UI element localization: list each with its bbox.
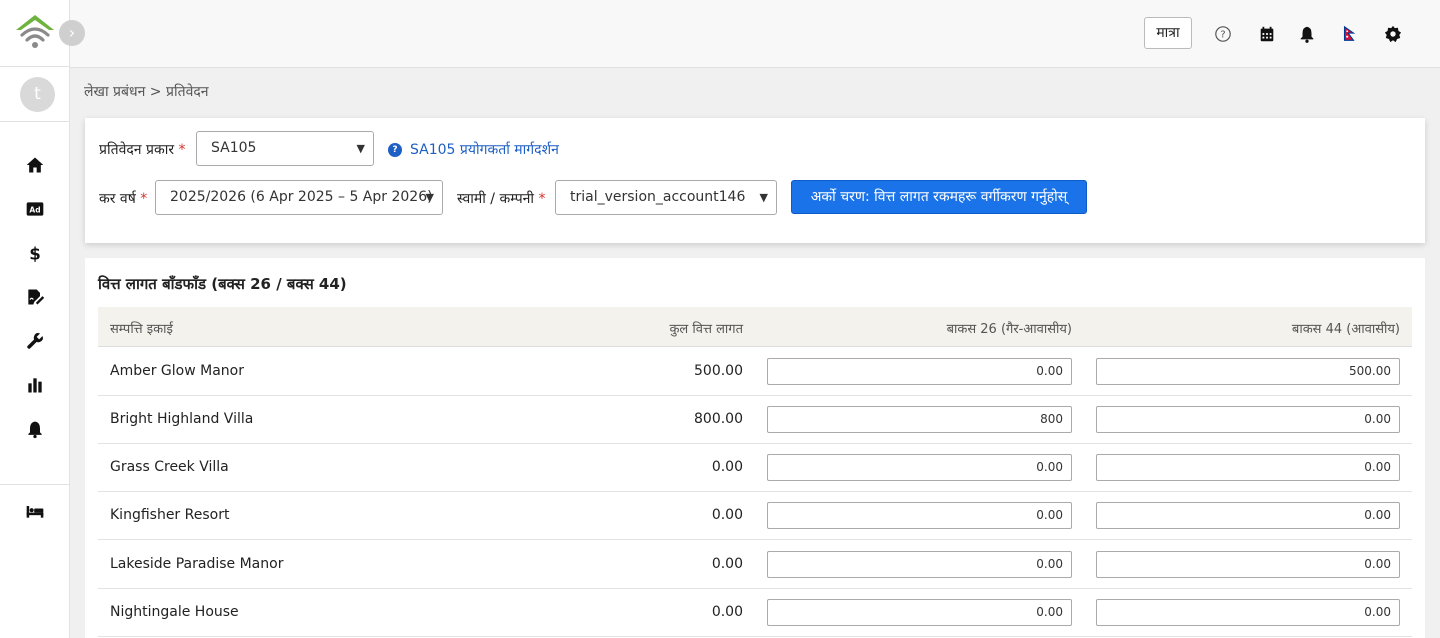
bell-icon[interactable] (1297, 24, 1317, 44)
table-row: Amber Glow Manor 500.00 0.00 500.00 (98, 347, 1412, 396)
top-bar: मात्रा ? (70, 0, 1440, 68)
finance-cost-allocation-card: वित्त लागत बाँडफाँड (बक्स 26 / बक्स 44) … (85, 258, 1425, 638)
table-row: Lakeside Paradise Manor 0.00 0.00 0.00 (98, 540, 1412, 589)
report-type-value: SA105 (211, 140, 257, 156)
box26-input[interactable]: 0.00 (767, 454, 1072, 481)
column-header-total: कुल वित्त लागत (669, 322, 743, 337)
tax-year-value: 2025/2026 (6 Apr 2025 – 5 Apr 2026) (170, 189, 433, 205)
sidebar-toggle-button[interactable]: › (59, 20, 85, 46)
signature-icon[interactable] (23, 285, 47, 309)
box44-input[interactable]: 0.00 (1096, 599, 1400, 626)
property-name: Nightingale House (110, 604, 239, 620)
table-header: सम्पत्ति इकाई कुल वित्त लागत बाकस 26 (गै… (98, 307, 1412, 347)
sidebar-divider (0, 121, 70, 122)
property-name: Grass Creek Villa (110, 459, 229, 475)
home-icon[interactable] (23, 153, 47, 177)
sidebar: t Ad $ (0, 0, 70, 638)
help-circle-icon: ? (388, 142, 402, 157)
tax-year-select[interactable]: 2025/2026 (6 Apr 2025 – 5 Apr 2026) ▼ (155, 180, 443, 215)
chevron-down-icon: ▼ (356, 142, 365, 155)
card-title: वित्त लागत बाँडफाँड (बक्स 26 / बक्स 44) (98, 275, 347, 293)
required-mark: * (178, 142, 186, 158)
owner-label-text: स्वामी / कम्पनी (457, 191, 535, 207)
tax-year-label: कर वर्ष * (99, 189, 147, 208)
column-header-box44: बाकस 44 (आवासीय) (1291, 322, 1400, 337)
report-filter-card: प्रतिवेदन प्रकार * SA105 ▼ ? SA105 प्रयो… (85, 118, 1425, 243)
total-finance-cost: 500.00 (694, 363, 743, 379)
table-row: Kingfisher Resort 0.00 0.00 0.00 (98, 491, 1412, 540)
wrench-icon[interactable] (23, 329, 47, 353)
sidebar-divider (0, 66, 70, 67)
total-finance-cost: 0.00 (711, 507, 743, 523)
help-icon[interactable]: ? (1213, 24, 1233, 44)
user-guide-link[interactable]: ? SA105 प्रयोगकर्ता मार्गदर्शन (388, 140, 559, 159)
app-logo[interactable] (14, 13, 56, 53)
ad-icon[interactable]: Ad (23, 197, 47, 221)
table-row: Grass Creek Villa 0.00 0.00 0.00 (98, 443, 1412, 492)
box26-input[interactable]: 0.00 (767, 551, 1072, 578)
gear-icon[interactable] (1383, 24, 1403, 44)
box44-input[interactable]: 0.00 (1096, 406, 1400, 433)
breadcrumb: लेखा प्रबंधन > प्रतिवेदन (84, 84, 209, 100)
avatar[interactable]: t (20, 77, 55, 112)
nepal-flag-icon[interactable] (1339, 24, 1359, 44)
total-finance-cost: 0.00 (711, 556, 743, 572)
svg-text:Ad: Ad (29, 205, 40, 214)
box44-input[interactable]: 500.00 (1096, 358, 1400, 385)
svg-text:?: ? (1220, 30, 1225, 41)
property-name: Amber Glow Manor (110, 363, 244, 379)
box44-input[interactable]: 0.00 (1096, 551, 1400, 578)
user-guide-link-text: SA105 प्रयोगकर्ता मार्गदर्शन (410, 142, 559, 158)
column-header-property: सम्पत्ति इकाई (110, 322, 173, 337)
bar-chart-icon[interactable] (23, 373, 47, 397)
required-mark: * (538, 191, 546, 207)
report-type-label: प्रतिवेदन प्रकार * (99, 140, 186, 159)
chevron-down-icon: ▼ (759, 191, 768, 204)
table-row: Nightingale House 0.00 0.00 0.00 (98, 588, 1412, 637)
box44-input[interactable]: 0.00 (1096, 502, 1400, 529)
box26-input[interactable]: 800 (767, 406, 1072, 433)
dollar-icon[interactable]: $ (23, 241, 47, 265)
total-finance-cost: 800.00 (694, 411, 743, 427)
calendar-icon[interactable] (1257, 24, 1277, 44)
box26-input[interactable]: 0.00 (767, 502, 1072, 529)
svg-text:$: $ (29, 245, 41, 263)
owner-company-value: trial_version_account146 (570, 189, 746, 205)
box26-input[interactable]: 0.00 (767, 358, 1072, 385)
next-step-button[interactable]: अर्को चरण: वित्त लागत रकमहरू वर्गीकरण गर… (791, 180, 1087, 214)
owner-label: स्वामी / कम्पनी * (457, 189, 546, 208)
bed-icon[interactable] (23, 499, 47, 523)
chevron-down-icon: ▼ (425, 191, 434, 204)
column-header-box26: बाकस 26 (गैर-आवासीय) (946, 322, 1072, 337)
table-row: Bright Highland Villa 800.00 800 0.00 (98, 395, 1412, 444)
matra-button[interactable]: मात्रा (1144, 17, 1192, 49)
report-type-label-text: प्रतिवेदन प्रकार (99, 142, 175, 158)
total-finance-cost: 0.00 (711, 604, 743, 620)
required-mark: * (140, 191, 148, 207)
property-name: Kingfisher Resort (110, 507, 230, 523)
bell-icon[interactable] (23, 417, 47, 441)
property-name: Bright Highland Villa (110, 411, 254, 427)
total-finance-cost: 0.00 (711, 459, 743, 475)
sidebar-divider (0, 484, 70, 485)
box44-input[interactable]: 0.00 (1096, 454, 1400, 481)
tax-year-label-text: कर वर्ष (99, 191, 136, 207)
report-type-select[interactable]: SA105 ▼ (196, 131, 374, 166)
property-name: Lakeside Paradise Manor (110, 556, 284, 572)
owner-company-select[interactable]: trial_version_account146 ▼ (555, 180, 777, 215)
box26-input[interactable]: 0.00 (767, 599, 1072, 626)
